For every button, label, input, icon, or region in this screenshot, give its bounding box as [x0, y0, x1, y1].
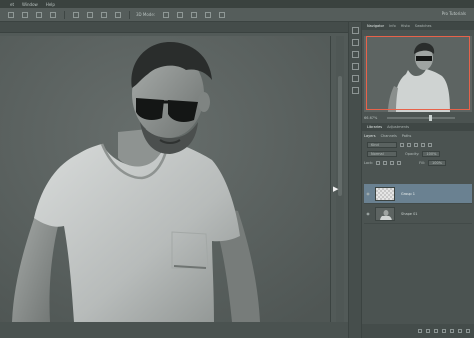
eye-icon[interactable]: ◉ — [364, 211, 372, 216]
options-divider — [129, 10, 130, 19]
opacity-field[interactable]: 100% — [422, 151, 441, 157]
distribute-horizontal-icon[interactable] — [115, 11, 121, 18]
layer-style-icon[interactable] — [426, 329, 430, 333]
lock-position-icon[interactable] — [390, 161, 395, 165]
panel-tool-strip — [348, 22, 362, 338]
new-layer-icon[interactable] — [458, 329, 462, 333]
tab-adjustments[interactable]: Adjustments — [387, 125, 409, 129]
status-bar — [0, 322, 348, 338]
adjustment-layer-icon[interactable] — [442, 329, 446, 333]
clone-source-icon[interactable] — [351, 87, 359, 94]
image-canvas[interactable] — [0, 36, 331, 322]
tab-swatches[interactable]: Swatches — [415, 24, 432, 28]
fill-label: Fill: — [419, 161, 426, 165]
fill-value: 100% — [432, 161, 443, 165]
zoom-value[interactable]: 66.67% — [364, 116, 377, 120]
add-mask-icon[interactable] — [434, 329, 438, 333]
filter-kind-label: Kind — [371, 143, 379, 147]
layers-panel-footer — [362, 324, 474, 338]
filter-pixel-icon[interactable] — [400, 143, 404, 147]
lock-all-icon[interactable] — [397, 161, 402, 165]
photoshop-window: et Window Help 3D Mode: Pro Tutorials ▶ … — [0, 0, 474, 338]
align-right-icon[interactable] — [50, 11, 56, 18]
properties-icon[interactable] — [351, 39, 359, 46]
menu-item-window[interactable]: Window — [22, 2, 38, 7]
zoom-slider[interactable] — [387, 114, 456, 121]
right-panels: Navigator Info Histo Swatches 66.67% Lib… — [362, 22, 474, 338]
layer-row-group-1[interactable]: ◉ Group 1 — [364, 184, 472, 204]
align-center-icon[interactable] — [36, 11, 42, 18]
menu-item-help[interactable]: Help — [46, 2, 55, 7]
blend-mode-value: Normal — [371, 152, 384, 156]
3d-mode-label: 3D Mode: — [136, 12, 156, 17]
layer-thumbnail-photo — [375, 206, 395, 221]
zoom-slider-knob[interactable] — [429, 114, 433, 121]
distribute-bottom-icon[interactable] — [101, 11, 107, 18]
navigator-zoom-row: 66.67% — [364, 114, 472, 121]
tab-paths[interactable]: Paths — [402, 134, 412, 138]
blend-opacity-row: Normal Opacity: 100% — [364, 150, 472, 158]
tab-navigator[interactable]: Navigator — [367, 24, 384, 28]
new-group-icon[interactable] — [450, 329, 454, 333]
portrait-photo — [0, 36, 330, 322]
tool-preset-icon[interactable] — [8, 11, 14, 18]
filter-kind-select[interactable]: Kind — [367, 142, 397, 148]
tab-info[interactable]: Info — [389, 24, 396, 28]
filter-adjustment-icon[interactable] — [407, 143, 411, 147]
options-bar: 3D Mode: Pro Tutorials — [0, 8, 474, 22]
layer-name: Shape 01 — [401, 211, 418, 216]
libraries-panel-tabs: Libraries Adjustments — [362, 123, 474, 131]
layer-name: Group 1 — [401, 191, 415, 196]
blend-mode-select[interactable]: Normal — [367, 151, 397, 157]
paragraph-icon[interactable] — [351, 63, 359, 70]
lock-transparent-icon[interactable] — [376, 161, 381, 165]
opacity-value: 100% — [426, 152, 437, 156]
layer-thumbnail-image — [380, 209, 392, 220]
brush-preset-icon[interactable] — [351, 75, 359, 82]
fill-field[interactable]: 100% — [428, 160, 447, 166]
tab-layers[interactable]: Layers — [364, 134, 376, 138]
opacity-label: Opacity: — [405, 152, 420, 156]
layers-subtabs: Layers Channels Paths — [364, 132, 472, 140]
align-left-icon[interactable] — [22, 11, 28, 18]
distribute-top-icon[interactable] — [73, 11, 79, 18]
menu-item-edit[interactable]: et — [10, 2, 14, 7]
3d-drag-icon[interactable] — [191, 11, 198, 18]
options-divider — [64, 10, 65, 19]
filter-smart-object-icon[interactable] — [428, 143, 432, 147]
lock-fill-row: Lock: Fill: 100% — [364, 159, 472, 167]
tab-channels[interactable]: Channels — [381, 134, 397, 138]
layer-row-shape-01[interactable]: ◉ Shape 01 — [364, 204, 472, 224]
lock-label: Lock: — [364, 161, 374, 165]
3d-roll-icon[interactable] — [177, 11, 184, 18]
3d-rotate-icon[interactable] — [163, 11, 170, 18]
filter-shape-icon[interactable] — [421, 143, 425, 147]
mouse-pointer-icon: ▶ — [333, 185, 339, 193]
delete-layer-icon[interactable] — [466, 329, 470, 333]
link-layers-icon[interactable] — [418, 329, 422, 333]
navigator-view-box[interactable] — [366, 36, 470, 110]
navigator-panel-tabs: Navigator Info Histo Swatches — [362, 22, 474, 30]
distribute-middle-icon[interactable] — [87, 11, 93, 18]
scrollbar-thumb[interactable] — [338, 76, 342, 196]
canvas-vertical-scrollbar[interactable] — [336, 36, 344, 322]
document-tab[interactable] — [0, 22, 348, 33]
lock-pixels-icon[interactable] — [383, 161, 388, 165]
workspace-switcher[interactable]: Pro Tutorials — [442, 11, 466, 16]
character-icon[interactable] — [351, 51, 359, 58]
3d-slide-icon[interactable] — [205, 11, 212, 18]
layer-filter-row: Kind — [364, 141, 472, 149]
menu-bar: et Window Help — [0, 0, 474, 8]
layer-thumbnail-transparent — [375, 186, 395, 201]
history-icon[interactable] — [351, 27, 359, 34]
tab-libraries[interactable]: Libraries — [367, 125, 382, 129]
tab-histogram[interactable]: Histo — [401, 24, 410, 28]
filter-type-icon[interactable] — [414, 143, 418, 147]
eye-icon[interactable]: ◉ — [364, 191, 372, 196]
navigator-thumbnail[interactable] — [364, 36, 472, 112]
3d-scale-icon[interactable] — [219, 11, 226, 18]
